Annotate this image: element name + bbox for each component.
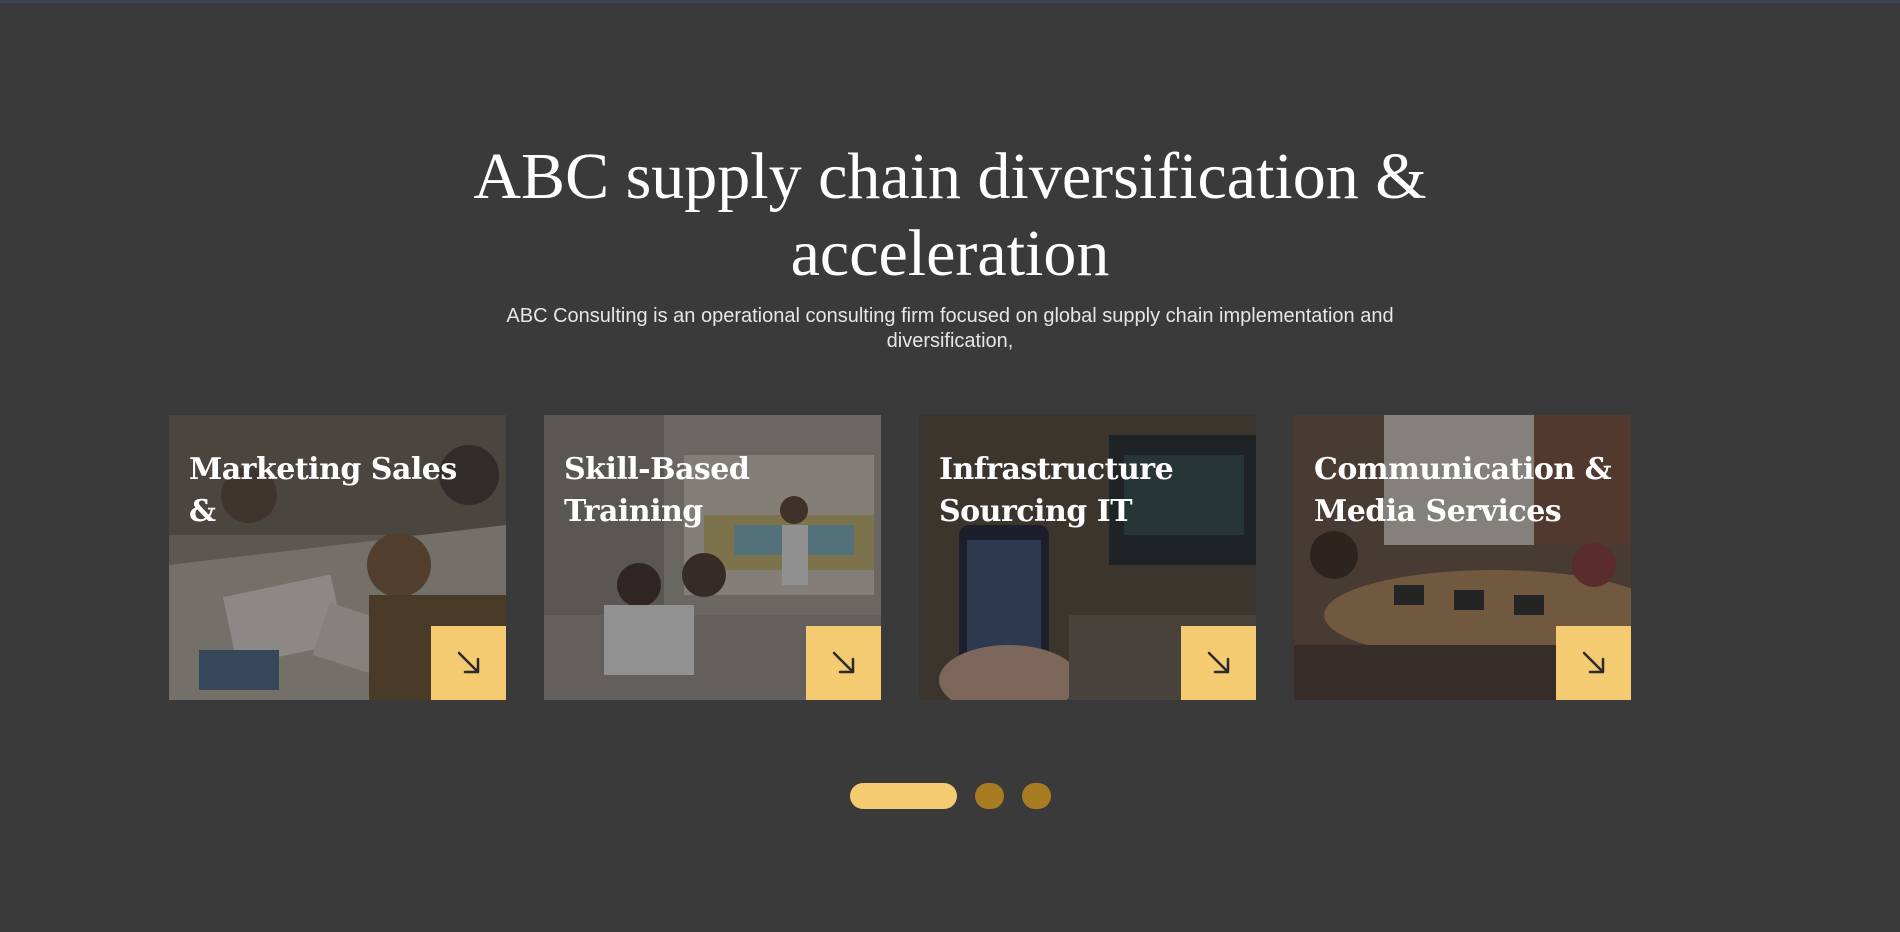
slider-dot-active[interactable] — [850, 783, 957, 809]
service-card-infrastructure[interactable]: Infrastructure Sourcing IT — [919, 415, 1256, 700]
arrow-down-right-icon — [457, 651, 479, 674]
card-title: Communication & Media Services — [1314, 452, 1612, 529]
page-title: ABC supply chain diversification & accel… — [473, 140, 1427, 290]
card-arrow-button[interactable] — [1181, 626, 1256, 700]
card-title: Marketing Sales & — [189, 452, 457, 529]
arrow-down-right-icon — [1207, 651, 1229, 674]
card-arrow-button[interactable] — [1556, 626, 1631, 700]
arrow-down-right-icon — [832, 651, 854, 674]
service-card-communication[interactable]: Communication & Media Services — [1294, 415, 1631, 700]
top-border — [0, 0, 1900, 3]
arrow-down-right-icon — [1582, 651, 1604, 674]
slider-dot[interactable] — [975, 783, 1004, 809]
slider-dot[interactable] — [1022, 783, 1051, 809]
card-arrow-button[interactable] — [806, 626, 881, 700]
service-card-training[interactable]: Skill-Based Training — [544, 415, 881, 700]
card-title: Skill-Based Training — [564, 452, 750, 529]
service-card-marketing[interactable]: Marketing Sales & — [169, 415, 506, 700]
page-subtitle: ABC Consulting is an operational consult… — [506, 305, 1394, 352]
card-arrow-button[interactable] — [431, 626, 506, 700]
card-title: Infrastructure Sourcing IT — [939, 452, 1174, 529]
